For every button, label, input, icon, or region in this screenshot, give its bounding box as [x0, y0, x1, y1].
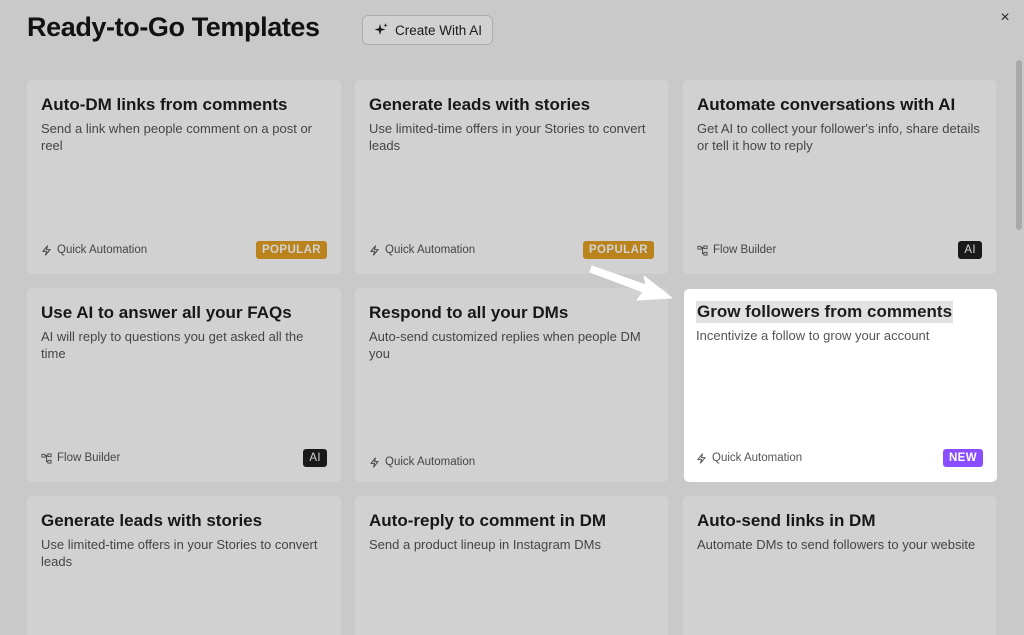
- card-title: Respond to all your DMs: [369, 303, 569, 322]
- card-footer: Quick Automation NEW: [696, 448, 983, 468]
- lightning-icon: [370, 456, 379, 468]
- card-title: Auto-send links in DM: [697, 511, 876, 530]
- automation-type-label: Quick Automation: [712, 452, 803, 464]
- automation-type-label: Quick Automation: [385, 456, 476, 468]
- card-footer: Quick Automation POPULAR: [41, 240, 327, 260]
- pointer-arrow-icon: [589, 265, 673, 301]
- automation-type-label: Flow Builder: [57, 452, 121, 464]
- template-card[interactable]: Automate conversations with AI Get AI to…: [683, 80, 996, 274]
- card-title: Use AI to answer all your FAQs: [41, 303, 292, 322]
- automation-type-label: Quick Automation: [57, 244, 148, 256]
- template-card[interactable]: Auto-DM links from comments Send a link …: [27, 80, 341, 274]
- card-description: Incentivize a follow to grow your accoun…: [696, 328, 930, 343]
- automation-type: Flow Builder: [697, 244, 776, 256]
- flow-icon: [41, 452, 52, 464]
- card-title: Auto-DM links from comments: [41, 95, 288, 114]
- ai-badge: AI: [958, 241, 982, 259]
- card-description: Use limited-time offers in your Stories …: [41, 537, 318, 569]
- card-description: Use limited-time offers in your Stories …: [369, 121, 646, 153]
- automation-type: Quick Automation: [369, 456, 475, 468]
- card-description: Auto-send customized replies when people…: [369, 329, 641, 361]
- popular-badge: POPULAR: [582, 241, 654, 259]
- lightning-icon: [370, 244, 379, 256]
- card-footer: Quick Automation POPULAR: [369, 240, 654, 260]
- automation-type-label: Quick Automation: [385, 244, 476, 256]
- card-description: Automate DMs to send followers to your w…: [697, 537, 976, 552]
- close-icon[interactable]: ×: [996, 9, 1014, 27]
- create-with-ai-label: Create With AI: [395, 22, 483, 38]
- scrollbar[interactable]: [1016, 60, 1022, 230]
- lightning-icon: [697, 452, 706, 464]
- card-description: AI will reply to questions you get asked…: [41, 329, 304, 361]
- ai-badge: AI: [303, 449, 327, 467]
- card-title: Generate leads with stories: [41, 511, 263, 530]
- automation-type-label: Flow Builder: [713, 244, 777, 256]
- card-description: Get AI to collect your follower's info, …: [697, 121, 980, 153]
- new-badge: NEW: [942, 449, 983, 467]
- card-footer: Flow Builder AI: [697, 240, 982, 260]
- card-description: Send a product lineup in Instagram DMs: [369, 537, 601, 552]
- card-description: Send a link when people comment on a pos…: [41, 121, 313, 153]
- card-title: Grow followers from comments: [696, 301, 954, 323]
- template-card[interactable]: Generate leads with stories Use limited-…: [355, 80, 668, 274]
- create-with-ai-button[interactable]: Create With AI: [362, 15, 494, 45]
- flow-icon: [697, 244, 708, 256]
- card-title: Auto-reply to comment in DM: [369, 511, 607, 530]
- card-title: Automate conversations with AI: [697, 95, 956, 114]
- card-title: Generate leads with stories: [369, 95, 591, 114]
- automation-type: Quick Automation: [41, 244, 147, 256]
- automation-type: Quick Automation: [696, 452, 802, 464]
- popular-badge: POPULAR: [255, 241, 327, 259]
- card-footer: Quick Automation: [369, 452, 654, 472]
- template-card[interactable]: Use AI to answer all your FAQs AI will r…: [27, 288, 341, 482]
- template-card[interactable]: Auto-send links in DM Automate DMs to se…: [683, 496, 996, 635]
- automation-type: Flow Builder: [41, 452, 120, 464]
- template-card[interactable]: Respond to all your DMs Auto-send custom…: [355, 288, 668, 482]
- modal-header: Ready-to-Go Templates Create With AI ×: [0, 0, 1024, 60]
- automation-type: Quick Automation: [369, 244, 475, 256]
- page-title: Ready-to-Go Templates: [27, 12, 320, 42]
- template-card[interactable]: Auto-reply to comment in DM Send a produ…: [355, 496, 668, 635]
- sparkle-icon: [374, 23, 388, 35]
- template-card-highlighted[interactable]: Grow followers from comments Incentivize…: [684, 289, 997, 482]
- lightning-icon: [42, 244, 51, 256]
- card-footer: Flow Builder AI: [41, 448, 327, 468]
- template-card[interactable]: Generate leads with stories Use limited-…: [27, 496, 341, 635]
